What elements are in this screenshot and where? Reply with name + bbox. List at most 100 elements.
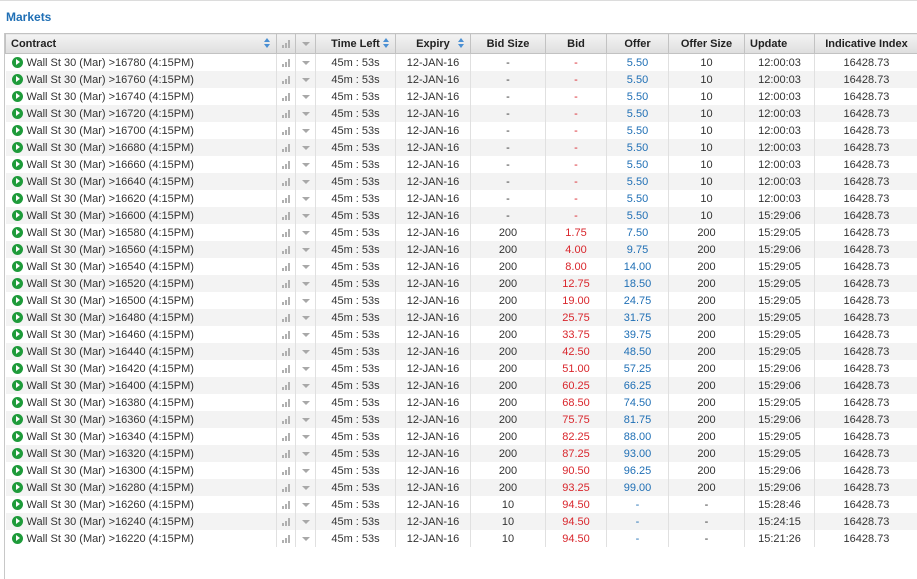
table-row[interactable]: Wall St 30 (Mar) >16300 (4:15PM) 45m : 53…: [5, 462, 917, 479]
offer-cell[interactable]: 5.50: [606, 139, 669, 156]
chevron-down-icon[interactable]: [301, 315, 310, 320]
table-row[interactable]: Wall St 30 (Mar) >16360 (4:15PM) 45m : 53…: [5, 411, 917, 428]
table-row[interactable]: Wall St 30 (Mar) >16520 (4:15PM) 45m : 53…: [5, 275, 917, 292]
play-icon[interactable]: [11, 158, 23, 170]
contract-cell[interactable]: Wall St 30 (Mar) >16400 (4:15PM): [5, 377, 277, 394]
play-icon[interactable]: [11, 141, 23, 153]
chevron-down-icon[interactable]: [301, 128, 310, 133]
chevron-down-icon[interactable]: [301, 519, 310, 524]
bar-chart-icon[interactable]: [282, 228, 290, 237]
contract-cell[interactable]: Wall St 30 (Mar) >16740 (4:15PM): [5, 88, 277, 105]
contract-cell[interactable]: Wall St 30 (Mar) >16320 (4:15PM): [5, 445, 277, 462]
play-icon[interactable]: [11, 226, 23, 238]
menu-cell[interactable]: [295, 292, 316, 309]
contract-cell[interactable]: Wall St 30 (Mar) >16240 (4:15PM): [5, 513, 277, 530]
chart-cell[interactable]: [276, 479, 296, 496]
chart-cell[interactable]: [276, 156, 296, 173]
chart-cell[interactable]: [276, 496, 296, 513]
offer-cell[interactable]: 57.25: [606, 360, 669, 377]
menu-cell[interactable]: [295, 156, 316, 173]
chevron-down-icon[interactable]: [301, 536, 310, 541]
offer-cell[interactable]: 96.25: [606, 462, 669, 479]
chart-cell[interactable]: [276, 139, 296, 156]
play-icon[interactable]: [11, 328, 23, 340]
bid-cell[interactable]: -: [545, 207, 607, 224]
contract-cell[interactable]: Wall St 30 (Mar) >16560 (4:15PM): [5, 241, 277, 258]
sort-icon[interactable]: [458, 38, 465, 49]
chevron-down-icon[interactable]: [301, 332, 310, 337]
bid-cell[interactable]: 94.50: [545, 496, 607, 513]
offer-cell[interactable]: 81.75: [606, 411, 669, 428]
bid-cell[interactable]: 8.00: [545, 258, 607, 275]
bar-chart-icon[interactable]: [282, 75, 290, 84]
table-row[interactable]: Wall St 30 (Mar) >16460 (4:15PM) 45m : 53…: [5, 326, 917, 343]
chevron-down-icon[interactable]: [301, 298, 310, 303]
bar-chart-icon[interactable]: [282, 415, 290, 424]
offer-cell[interactable]: 5.50: [606, 71, 669, 88]
chevron-down-icon[interactable]: [301, 417, 310, 422]
chevron-down-icon[interactable]: [301, 349, 310, 354]
chart-cell[interactable]: [276, 53, 296, 71]
menu-cell[interactable]: [295, 479, 316, 496]
contract-cell[interactable]: Wall St 30 (Mar) >16380 (4:15PM): [5, 394, 277, 411]
menu-cell[interactable]: [295, 241, 316, 258]
contract-cell[interactable]: Wall St 30 (Mar) >16340 (4:15PM): [5, 428, 277, 445]
contract-cell[interactable]: Wall St 30 (Mar) >16280 (4:15PM): [5, 479, 277, 496]
menu-cell[interactable]: [295, 275, 316, 292]
column-header-bid[interactable]: Bid: [545, 33, 607, 54]
chart-cell[interactable]: [276, 258, 296, 275]
chevron-down-icon[interactable]: [301, 451, 310, 456]
bar-chart-icon[interactable]: [282, 194, 290, 203]
bid-cell[interactable]: 68.50: [545, 394, 607, 411]
menu-cell[interactable]: [295, 309, 316, 326]
menu-cell[interactable]: [295, 394, 316, 411]
chevron-down-icon[interactable]: [301, 468, 310, 473]
table-row[interactable]: Wall St 30 (Mar) >16640 (4:15PM) 45m : 53…: [5, 173, 917, 190]
table-row[interactable]: Wall St 30 (Mar) >16780 (4:15PM) 45m : 53…: [5, 53, 917, 71]
bar-chart-icon[interactable]: [282, 347, 290, 356]
menu-cell[interactable]: [295, 53, 316, 71]
chart-cell[interactable]: [276, 292, 296, 309]
chart-cell[interactable]: [276, 105, 296, 122]
bid-cell[interactable]: -: [545, 156, 607, 173]
contract-cell[interactable]: Wall St 30 (Mar) >16680 (4:15PM): [5, 139, 277, 156]
contract-cell[interactable]: Wall St 30 (Mar) >16480 (4:15PM): [5, 309, 277, 326]
table-row[interactable]: Wall St 30 (Mar) >16320 (4:15PM) 45m : 53…: [5, 445, 917, 462]
offer-cell[interactable]: 74.50: [606, 394, 669, 411]
chevron-down-icon[interactable]: [301, 196, 310, 201]
offer-cell[interactable]: 18.50: [606, 275, 669, 292]
bid-cell[interactable]: 82.25: [545, 428, 607, 445]
chevron-down-icon[interactable]: [301, 94, 310, 99]
chevron-down-icon[interactable]: [301, 264, 310, 269]
table-row[interactable]: Wall St 30 (Mar) >16220 (4:15PM) 45m : 53…: [5, 530, 917, 547]
chevron-down-icon[interactable]: [301, 247, 310, 252]
play-icon[interactable]: [11, 396, 23, 408]
column-header-time-left[interactable]: Time Left: [315, 33, 396, 54]
column-header-offer-size[interactable]: Offer Size: [668, 33, 745, 54]
offer-cell[interactable]: 24.75: [606, 292, 669, 309]
table-row[interactable]: Wall St 30 (Mar) >16380 (4:15PM) 45m : 53…: [5, 394, 917, 411]
menu-cell[interactable]: [295, 122, 316, 139]
play-icon[interactable]: [11, 260, 23, 272]
bar-chart-icon[interactable]: [282, 483, 290, 492]
bar-chart-icon[interactable]: [282, 534, 290, 543]
bid-cell[interactable]: -: [545, 190, 607, 207]
play-icon[interactable]: [11, 243, 23, 255]
menu-cell[interactable]: [295, 258, 316, 275]
chart-cell[interactable]: [276, 71, 296, 88]
table-row[interactable]: Wall St 30 (Mar) >16700 (4:15PM) 45m : 53…: [5, 122, 917, 139]
play-icon[interactable]: [11, 192, 23, 204]
offer-cell[interactable]: 5.50: [606, 190, 669, 207]
offer-cell[interactable]: 5.50: [606, 53, 669, 71]
bid-cell[interactable]: 1.75: [545, 224, 607, 241]
offer-cell[interactable]: 9.75: [606, 241, 669, 258]
offer-cell[interactable]: 99.00: [606, 479, 669, 496]
chart-cell[interactable]: [276, 309, 296, 326]
play-icon[interactable]: [11, 362, 23, 374]
menu-cell[interactable]: [295, 513, 316, 530]
bar-chart-icon[interactable]: [282, 160, 290, 169]
chevron-down-icon[interactable]: [301, 77, 310, 82]
bid-cell[interactable]: -: [545, 122, 607, 139]
offer-cell[interactable]: 5.50: [606, 122, 669, 139]
table-row[interactable]: Wall St 30 (Mar) >16480 (4:15PM) 45m : 53…: [5, 309, 917, 326]
